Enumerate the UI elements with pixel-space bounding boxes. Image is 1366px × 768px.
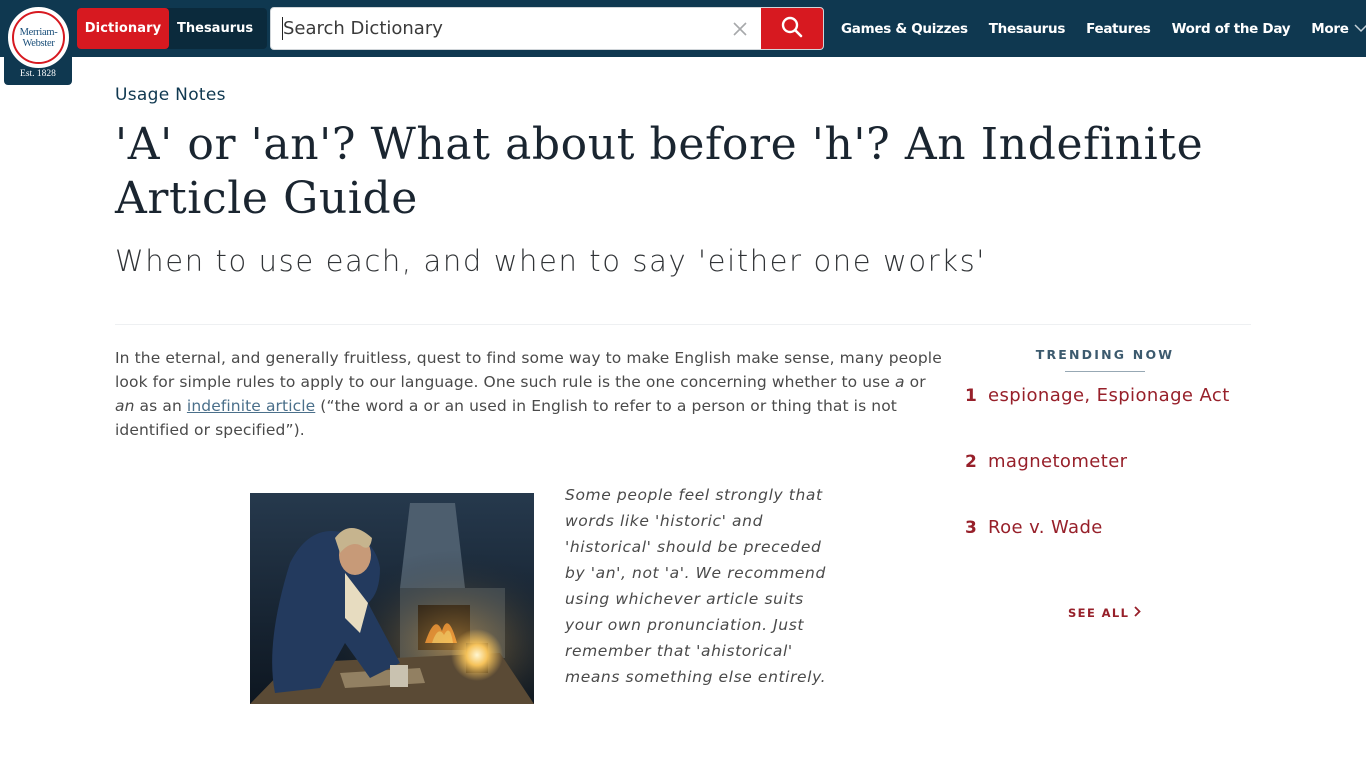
main-nav: Games & Quizzes Thesaurus Features Word …	[841, 0, 1366, 57]
trending-now-panel: TRENDING NOW 1 espionage, Espionage Act …	[960, 340, 1250, 620]
article-intro: In the eternal, and generally fruitless,…	[115, 346, 945, 442]
site-header: Dictionary Thesaurus Games & Quizzes The…	[0, 0, 1366, 57]
trending-word[interactable]: espionage, Espionage Act	[988, 385, 1230, 406]
trending-heading: TRENDING NOW	[1035, 347, 1175, 362]
article-image	[250, 493, 534, 704]
trending-word[interactable]: magnetometer	[988, 451, 1127, 472]
search-box	[270, 7, 824, 50]
intro-em-an: an	[115, 397, 135, 415]
dictionary-thesaurus-toggle: Dictionary Thesaurus	[77, 8, 267, 49]
logo-line-2: Webster	[22, 37, 55, 49]
nav-thesaurus[interactable]: Thesaurus	[989, 21, 1066, 37]
logo-line-1: Merriam-	[19, 26, 58, 38]
trending-rank: 2	[965, 452, 977, 472]
logo-established: Est. 1828	[20, 69, 56, 79]
close-icon	[733, 17, 747, 42]
see-all-label: SEE ALL	[1068, 606, 1130, 620]
trending-rank: 1	[965, 386, 977, 406]
nav-word-of-the-day[interactable]: Word of the Day	[1172, 21, 1291, 37]
article-title: 'A' or 'an'? What about before 'h'? An I…	[115, 119, 1204, 224]
intro-text: as an	[134, 397, 187, 415]
trending-word[interactable]: Roe v. Wade	[988, 517, 1103, 538]
intro-text: In the eternal, and generally fruitless,…	[115, 349, 942, 391]
chevron-down-icon	[1349, 21, 1366, 37]
logo-emblem: Merriam- Webster	[8, 7, 69, 68]
clear-search-button[interactable]	[729, 18, 751, 40]
article-category[interactable]: Usage Notes	[115, 85, 226, 105]
tab-thesaurus[interactable]: Thesaurus	[169, 8, 261, 49]
tab-dictionary[interactable]: Dictionary	[77, 8, 169, 49]
search-icon	[781, 16, 803, 42]
intro-text: or	[904, 373, 926, 391]
site-logo[interactable]: Merriam- Webster Est. 1828	[4, 0, 72, 85]
trending-item[interactable]: 2 magnetometer	[960, 451, 1127, 472]
trending-item[interactable]: 1 espionage, Espionage Act	[960, 385, 1230, 406]
search-input[interactable]	[271, 8, 741, 49]
intro-em-a: a	[895, 373, 905, 391]
article-subtitle: When to use each, and when to say 'eithe…	[115, 244, 986, 278]
see-all-trending-link[interactable]: SEE ALL	[1068, 606, 1142, 620]
nav-features[interactable]: Features	[1086, 21, 1151, 37]
nav-more[interactable]: More	[1311, 21, 1366, 37]
nav-more-label: More	[1311, 20, 1349, 37]
section-divider	[115, 324, 1251, 325]
chevron-right-icon	[1129, 606, 1142, 620]
image-caption: Some people feel strongly that words lik…	[565, 486, 827, 686]
trending-item[interactable]: 3 Roe v. Wade	[960, 517, 1103, 538]
search-submit-button[interactable]	[761, 8, 823, 49]
trending-rank: 3	[965, 518, 977, 538]
nav-games-quizzes[interactable]: Games & Quizzes	[841, 21, 968, 37]
indefinite-article-link[interactable]: indefinite article	[187, 397, 315, 415]
trending-heading-rule	[1065, 371, 1145, 372]
text-cursor	[282, 17, 283, 40]
